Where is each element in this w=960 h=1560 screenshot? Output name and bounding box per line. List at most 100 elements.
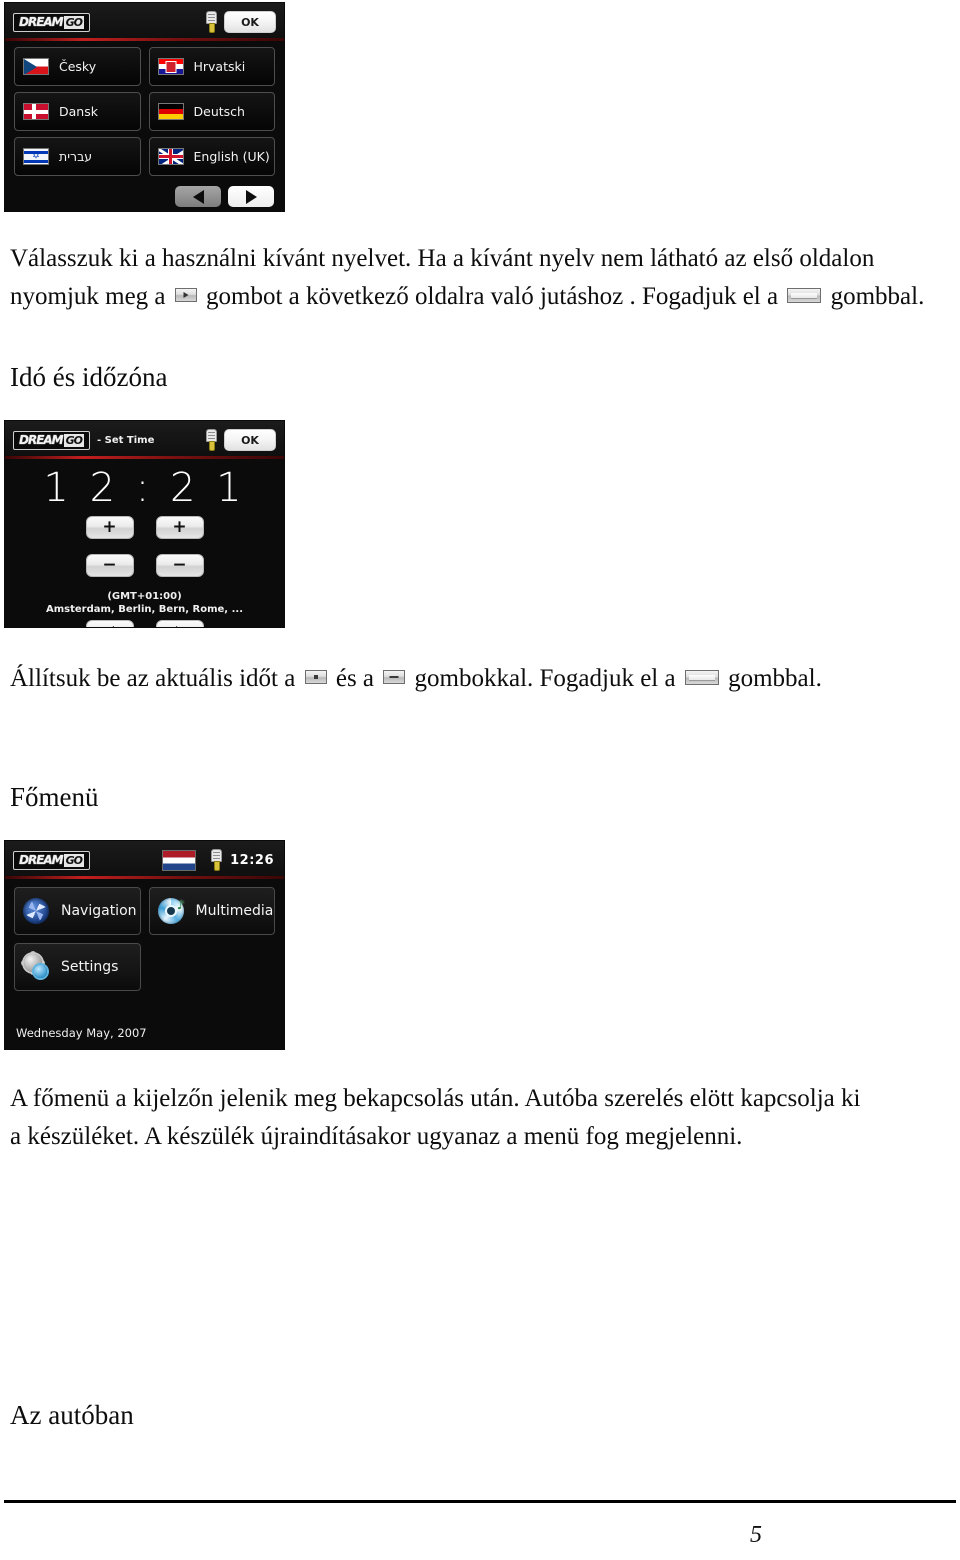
pager-arrows: [175, 186, 274, 207]
chevron-left-icon: [192, 189, 204, 204]
decrement-row: − −: [5, 554, 284, 577]
ok-button-chip-icon: [684, 669, 719, 685]
paragraph-sentence-4: gombot a következő oldalra való jutáshoz…: [206, 283, 779, 310]
ok-button[interactable]: OK: [224, 11, 276, 33]
document-page: DREAM GO OK Česky Hrvatski Dansk Deutsch…: [0, 0, 960, 1560]
next-page-button[interactable]: [228, 186, 274, 207]
language-label: Dansk: [59, 104, 98, 119]
flag-israel-icon: [23, 148, 49, 165]
chevron-right-icon: [175, 626, 184, 627]
logo-text: DREAM: [19, 853, 64, 867]
timezone-arrows: [5, 620, 284, 627]
previous-page-button[interactable]: [175, 186, 221, 207]
dreamgo-logo: DREAM GO: [13, 430, 91, 450]
ok-button[interactable]: OK: [224, 429, 276, 451]
timezone-previous-button[interactable]: [85, 620, 134, 627]
menu-item-label: Settings: [61, 959, 119, 975]
hours-decrement-button[interactable]: −: [85, 554, 134, 577]
usb-battery-icon: [205, 429, 218, 451]
status-clock: 12:26: [230, 852, 274, 868]
ok-button-chip-icon: [787, 287, 822, 303]
minutes-increment-button[interactable]: +: [155, 516, 204, 539]
language-item-hrvatski[interactable]: Hrvatski: [148, 47, 275, 86]
ok-button-label: OK: [241, 433, 259, 447]
plus-icon: +: [172, 517, 187, 537]
dreamgo-logo: DREAM GO: [13, 12, 91, 32]
language-label: Deutsch: [193, 104, 245, 119]
page-number: 5: [750, 1522, 762, 1548]
language-label: Česky: [59, 59, 97, 74]
minus-icon: −: [102, 555, 117, 575]
paragraph-sentence-5: gombbal.: [830, 283, 925, 310]
paragraph-language-selection: Válasszuk ki a használni kívánt nyelvet.…: [10, 240, 950, 316]
paragraph-set-time: Állítsuk be az aktuális időt a és a gomb…: [10, 660, 950, 698]
paragraph-sentence-2: Ha a kívánt nyelv nem látható az első ol…: [411, 245, 875, 272]
device-titlebar: DREAM GO 12:26: [5, 841, 284, 879]
timezone-offset: (GMT+01:00): [107, 591, 182, 602]
device-titlebar: DREAM GO - Set Time OK: [5, 421, 284, 459]
timezone-next-button[interactable]: [155, 620, 204, 627]
paragraph-sentence-1: Válasszuk ki a használni kívánt nyelvet.: [10, 245, 412, 272]
language-label: Hrvatski: [193, 59, 246, 74]
menu-item-label: Multimedia: [195, 903, 274, 919]
usb-battery-icon: [210, 849, 223, 871]
logo-suffix: GO: [63, 433, 85, 447]
clock-display: 1 2 : 2 1: [43, 465, 246, 511]
dreamgo-logo: DREAM GO: [13, 850, 91, 870]
usb-battery-icon: [205, 11, 218, 33]
heading-in-the-car: Az autóban: [10, 1400, 134, 1430]
paragraph-sentence-3: nyomjuk meg a: [10, 283, 166, 310]
screenshot-set-time: DREAM GO - Set Time OK 1 2 : 2 1 + + − −…: [4, 420, 285, 628]
multimedia-disc-icon: ♪: [157, 898, 185, 924]
heading-main-menu: Főmenü: [10, 782, 99, 812]
language-item-english-uk[interactable]: English (UK): [148, 137, 275, 176]
chevron-left-icon: [105, 626, 114, 627]
current-date-label: Wednesday May, 2007: [16, 1026, 147, 1040]
minus-icon: −: [172, 555, 187, 575]
footer-divider: [4, 1500, 956, 1503]
menu-item-settings[interactable]: Settings: [14, 943, 141, 991]
settings-gears-icon: [23, 954, 49, 980]
minus-button-chip-icon: [383, 670, 406, 685]
language-item-dansk[interactable]: Dansk: [14, 92, 141, 131]
language-grid: Česky Hrvatski Dansk Deutsch עברית: [14, 47, 275, 176]
increment-row: + +: [5, 516, 284, 539]
main-menu-grid: Navigation ♪ Multimedia Settings: [14, 887, 275, 991]
logo-suffix: GO: [63, 853, 85, 867]
screen-subtitle: - Set Time: [97, 434, 155, 446]
paragraph-main-menu: A főmenü a kijelzőn jelenik meg bekapcso…: [10, 1080, 950, 1156]
flag-denmark-icon: [23, 103, 49, 120]
navigation-compass-icon: [23, 898, 49, 924]
minutes-decrement-button[interactable]: −: [155, 554, 204, 577]
paragraph-sentence-2: a készüléket. A készülék újraindításakor…: [10, 1123, 743, 1150]
device-body: Česky Hrvatski Dansk Deutsch עברית: [5, 41, 284, 211]
paragraph-sentence-1: A főmenü a kijelzőn jelenik meg bekapcso…: [10, 1085, 861, 1112]
language-label: עברית: [59, 149, 93, 164]
flag-united-kingdom-icon: [157, 148, 184, 165]
flag-netherlands-icon[interactable]: [162, 849, 197, 871]
language-item-deutsch[interactable]: Deutsch: [148, 92, 275, 131]
chevron-right-icon: [245, 189, 257, 204]
paragraph-sentence-1: Állítsuk be az aktuális időt a: [10, 665, 296, 692]
device-body: Navigation ♪ Multimedia Settings Wednesd…: [5, 879, 284, 1049]
logo-text: DREAM: [19, 433, 64, 447]
flag-croatia-icon: [157, 58, 184, 75]
flag-germany-icon: [157, 103, 184, 120]
flag-czech-republic-icon: [23, 58, 49, 75]
menu-item-navigation[interactable]: Navigation: [14, 887, 141, 935]
language-label: English (UK): [193, 149, 270, 164]
next-page-button-chip-icon: [174, 288, 197, 303]
timezone-cities: Amsterdam, Berlin, Bern, Rome, ...: [46, 604, 243, 615]
logo-suffix: GO: [63, 15, 85, 29]
device-body: 1 2 : 2 1 + + − − (GMT+01:00) Amsterdam,…: [5, 459, 284, 627]
device-titlebar: DREAM GO OK: [5, 3, 284, 41]
language-item-hebrew[interactable]: עברית: [14, 137, 141, 176]
language-item-cesky[interactable]: Česky: [14, 47, 141, 86]
menu-item-multimedia[interactable]: ♪ Multimedia: [148, 887, 275, 935]
logo-text: DREAM: [19, 15, 64, 29]
menu-item-label: Navigation: [61, 903, 137, 919]
paragraph-sentence-3: gombokkal. Fogadjuk el a: [414, 665, 676, 692]
hours-increment-button[interactable]: +: [85, 516, 134, 539]
screenshot-language-selection: DREAM GO OK Česky Hrvatski Dansk Deutsch…: [4, 2, 285, 212]
screenshot-main-menu: DREAM GO 12:26 Navigation ♪ Multimedia S…: [4, 840, 285, 1050]
